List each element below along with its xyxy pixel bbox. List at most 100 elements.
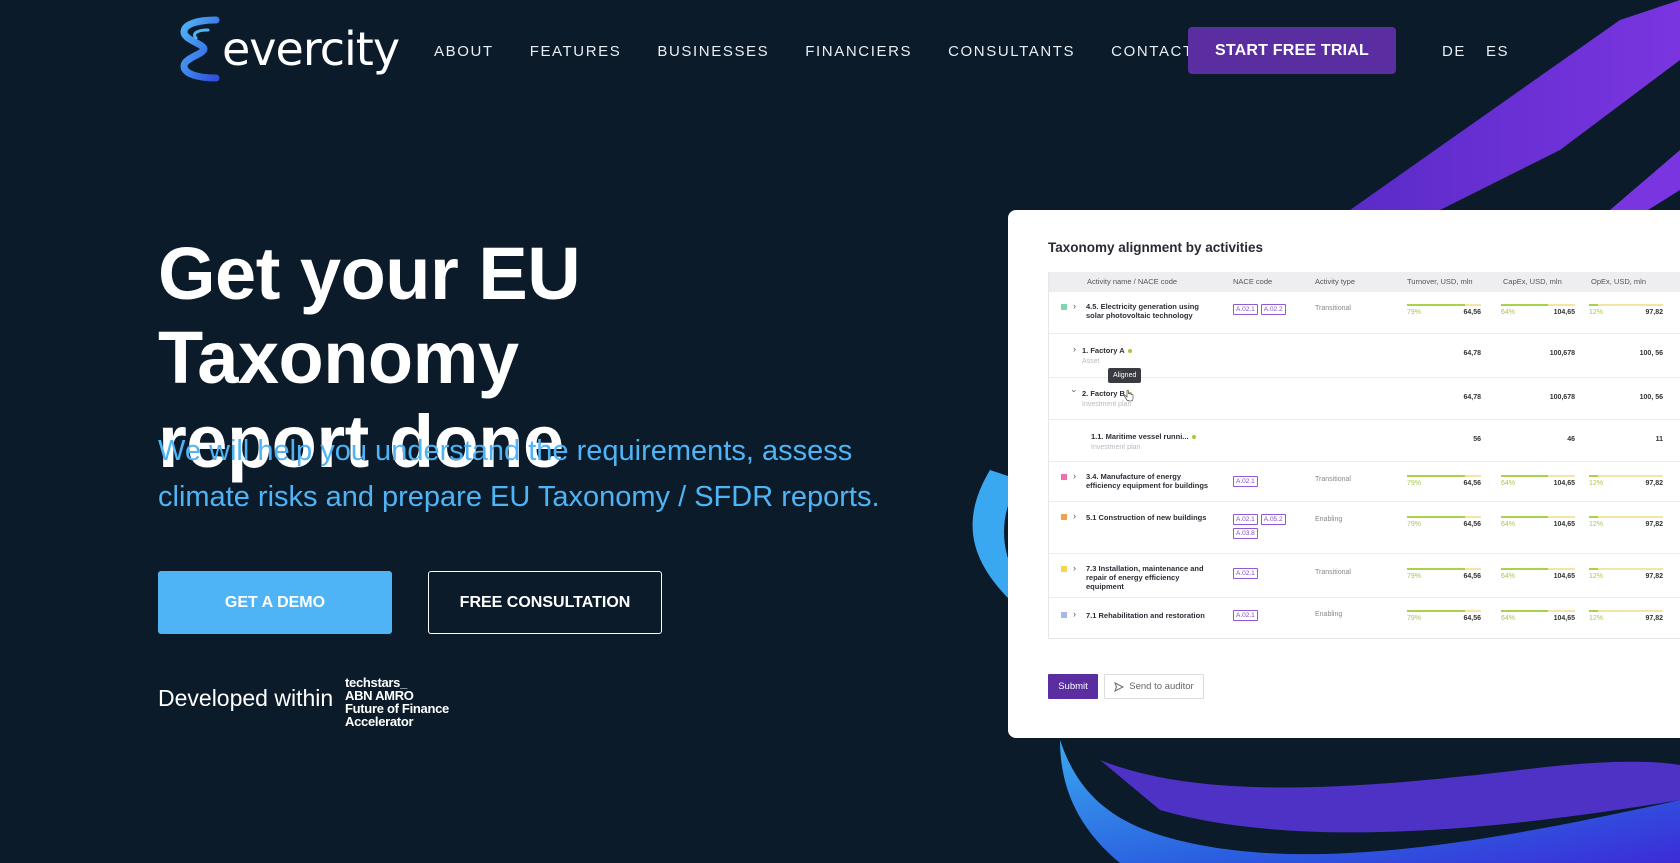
progress-fill	[1407, 610, 1466, 612]
opex-value: 97,82	[1645, 309, 1663, 316]
turnover-metric: 79% 64,56	[1407, 475, 1481, 495]
hand-cursor-icon	[1124, 390, 1134, 402]
opex-metric: 12% 97,82	[1589, 516, 1663, 536]
chevron-right-icon[interactable]: ›	[1073, 609, 1076, 619]
progress-fill	[1589, 610, 1598, 612]
table-row[interactable]: 1.1. Maritime vessel runni... Investment…	[1049, 420, 1680, 462]
hero-subtitle-line-2: climate risks and prepare EU Taxonomy / …	[158, 481, 880, 513]
aligned-dot-icon	[1191, 435, 1196, 440]
asset-type: Asset	[1082, 358, 1100, 365]
capex-value: 104,65	[1553, 521, 1575, 528]
send-to-auditor-label: Send to auditor	[1129, 681, 1194, 692]
progress-track	[1589, 610, 1663, 612]
opex-metric: 12% 97,82	[1589, 304, 1663, 324]
hero-title-line-1: Get your EU Taxonomy	[158, 232, 581, 399]
col-activity-name[interactable]: Activity name / NACE code	[1087, 277, 1177, 286]
progress-fill	[1407, 516, 1466, 518]
opex-value: 97,82	[1645, 521, 1663, 528]
free-consultation-button[interactable]: FREE CONSULTATION	[428, 571, 662, 634]
capex-value: 100,678	[1549, 394, 1575, 401]
col-opex[interactable]: OpEx, USD, mln	[1591, 277, 1646, 286]
activity-type: Transitional	[1315, 305, 1351, 312]
turnover-value: 56	[1473, 436, 1481, 443]
chevron-right-icon[interactable]: ›	[1073, 563, 1076, 573]
nace-tag: A.02.1	[1233, 610, 1258, 621]
activity-name: 7.3 Installation, maintenance and repair…	[1086, 564, 1204, 591]
progress-fill	[1589, 568, 1598, 570]
table-row[interactable]: › 1. Factory A Asset 64,78 100,678 100, …	[1049, 334, 1680, 378]
capex-percent: 64%	[1501, 480, 1516, 487]
progress-fill	[1589, 516, 1598, 518]
lang-es-link[interactable]: ES	[1486, 42, 1509, 62]
opex-percent: 12%	[1589, 480, 1604, 487]
developed-within-label: Developed within	[158, 685, 334, 711]
capex-metric: 64% 104,65	[1501, 516, 1575, 536]
activity-type: Enabling	[1315, 611, 1343, 618]
table-row[interactable]: › 2. Factory B Investment plan 64,78 100…	[1049, 378, 1680, 420]
chevron-right-icon[interactable]: ›	[1073, 471, 1076, 481]
turnover-percent: 79%	[1407, 480, 1422, 487]
progress-fill	[1407, 568, 1466, 570]
hero-subtitle: We will help you understand the requirem…	[158, 428, 938, 520]
turnover-metric: 79% 64,56	[1407, 610, 1481, 630]
table-row[interactable]: › 7.1 Rehabilitation and restoration A.0…	[1049, 598, 1680, 638]
opex-value: 11	[1655, 436, 1663, 443]
turnover-value: 64,56	[1463, 615, 1481, 622]
asset-name-text: 1.1. Maritime vessel runni...	[1091, 432, 1189, 441]
col-capex[interactable]: CapEx, USD, mln	[1503, 277, 1562, 286]
turnover-percent: 79%	[1407, 615, 1422, 622]
capex-value: 104,65	[1553, 480, 1575, 487]
nace-tag: A.05.2	[1260, 514, 1286, 525]
chevron-right-icon[interactable]: ›	[1073, 511, 1076, 521]
progress-fill	[1589, 304, 1598, 306]
main-nav: ABOUT FEATURES BUSINESSES FINANCIERS CON…	[434, 42, 1241, 62]
nav-financiers[interactable]: FINANCIERS	[805, 42, 912, 62]
sigma-ribbon-icon	[180, 16, 220, 82]
activity-name: 7.1 Rehabilitation and restoration	[1086, 611, 1205, 620]
submit-button[interactable]: Submit	[1048, 674, 1098, 699]
capex-value: 104,65	[1553, 615, 1575, 622]
logo-text: evercity	[222, 22, 400, 76]
aligned-tooltip: Aligned	[1108, 368, 1142, 383]
capex-percent: 64%	[1501, 573, 1516, 580]
col-nace-code: NACE code	[1233, 277, 1273, 286]
table-row[interactable]: › 4.5. Electricity generation using sola…	[1049, 292, 1680, 334]
opex-value: 100, 56	[1639, 394, 1663, 401]
nav-consultants[interactable]: CONSULTANTS	[948, 42, 1075, 62]
nav-businesses[interactable]: BUSINESSES	[657, 42, 769, 62]
row-color-marker	[1061, 566, 1067, 572]
col-activity-type[interactable]: Activity type	[1315, 277, 1355, 286]
turnover-metric: 79% 64,56	[1407, 304, 1481, 324]
partner-line: Accelerator	[345, 714, 414, 729]
capex-percent: 64%	[1501, 309, 1516, 316]
table-row[interactable]: › 7.3 Installation, maintenance and repa…	[1049, 554, 1680, 598]
table-row[interactable]: › 3.4. Manufacture of energy efficiency …	[1049, 462, 1680, 502]
progress-track	[1589, 304, 1663, 306]
turnover-value: 64,78	[1463, 350, 1481, 357]
nace-tags: A.02.1 A.02.2	[1233, 304, 1293, 318]
col-turnover[interactable]: Turnover, USD, mln	[1407, 277, 1473, 286]
asset-name: 1.1. Maritime vessel runni...	[1091, 432, 1196, 441]
row-color-marker	[1061, 474, 1067, 480]
progress-track	[1589, 475, 1663, 477]
turnover-value: 64,56	[1463, 309, 1481, 316]
start-free-trial-button[interactable]: START FREE TRIAL	[1188, 27, 1396, 74]
opex-metric: 12% 97,82	[1589, 610, 1663, 630]
nav-features[interactable]: FEATURES	[530, 42, 622, 62]
get-demo-button[interactable]: GET A DEMO	[158, 571, 392, 634]
chevron-down-icon[interactable]: ›	[1070, 390, 1080, 393]
lang-de-link[interactable]: DE	[1442, 42, 1466, 62]
turnover-value: 64,56	[1463, 521, 1481, 528]
nace-tags: A.02.1	[1233, 610, 1293, 624]
chevron-right-icon[interactable]: ›	[1073, 344, 1076, 354]
activity-name: 3.4. Manufacture of energy efficiency eq…	[1086, 472, 1209, 490]
turnover-percent: 79%	[1407, 521, 1422, 528]
nace-tag: A.02.1	[1233, 514, 1258, 525]
send-to-auditor-button[interactable]: Send to auditor	[1104, 674, 1204, 699]
table-row[interactable]: › 5.1 Construction of new buildings A.02…	[1049, 502, 1680, 554]
nav-about[interactable]: ABOUT	[434, 42, 494, 62]
logo[interactable]: evercity	[178, 16, 400, 82]
row-color-marker	[1061, 514, 1067, 520]
chevron-right-icon[interactable]: ›	[1073, 301, 1076, 311]
partner-logo-techstars[interactable]: techstars_ ABN AMRO Future of Finance Ac…	[345, 676, 449, 728]
